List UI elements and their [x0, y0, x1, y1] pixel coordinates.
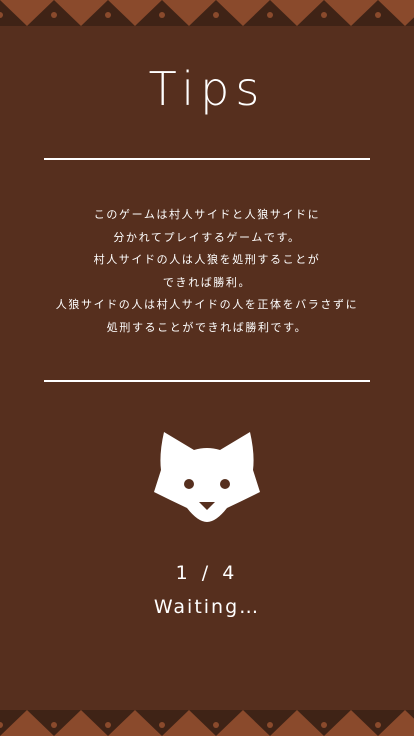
tip-line: 人狼サイドの人は村人サイドの人を正体をバラさずに	[55, 298, 359, 311]
tip-line: 処刑することができれば勝利です。	[106, 320, 308, 334]
divider-bottom	[44, 380, 370, 382]
page-title: Tips	[148, 62, 266, 116]
tip-line: 村人サイドの人は人狼を処刑することが	[93, 253, 321, 266]
waiting-status: Waiting…	[153, 596, 261, 618]
wolf-face-icon	[154, 432, 260, 522]
progress-counter: 1 / 4	[175, 562, 239, 584]
tip-line: 分かれてプレイするゲームです。	[113, 230, 301, 244]
top-zigzag-border	[0, 0, 414, 26]
bottom-zigzag-border	[0, 710, 414, 736]
divider-top	[44, 158, 370, 160]
tips-text: このゲームは村人サイドと人狼サイドに 分かれてプレイするゲームです。 村人サイド…	[20, 204, 394, 339]
loading-screen: Tips このゲームは村人サイドと人狼サイドに 分かれてプレイするゲームです。 …	[0, 0, 414, 736]
tip-line: できれば勝利。	[162, 275, 252, 289]
tip-line: このゲームは村人サイドと人狼サイドに	[93, 208, 321, 221]
